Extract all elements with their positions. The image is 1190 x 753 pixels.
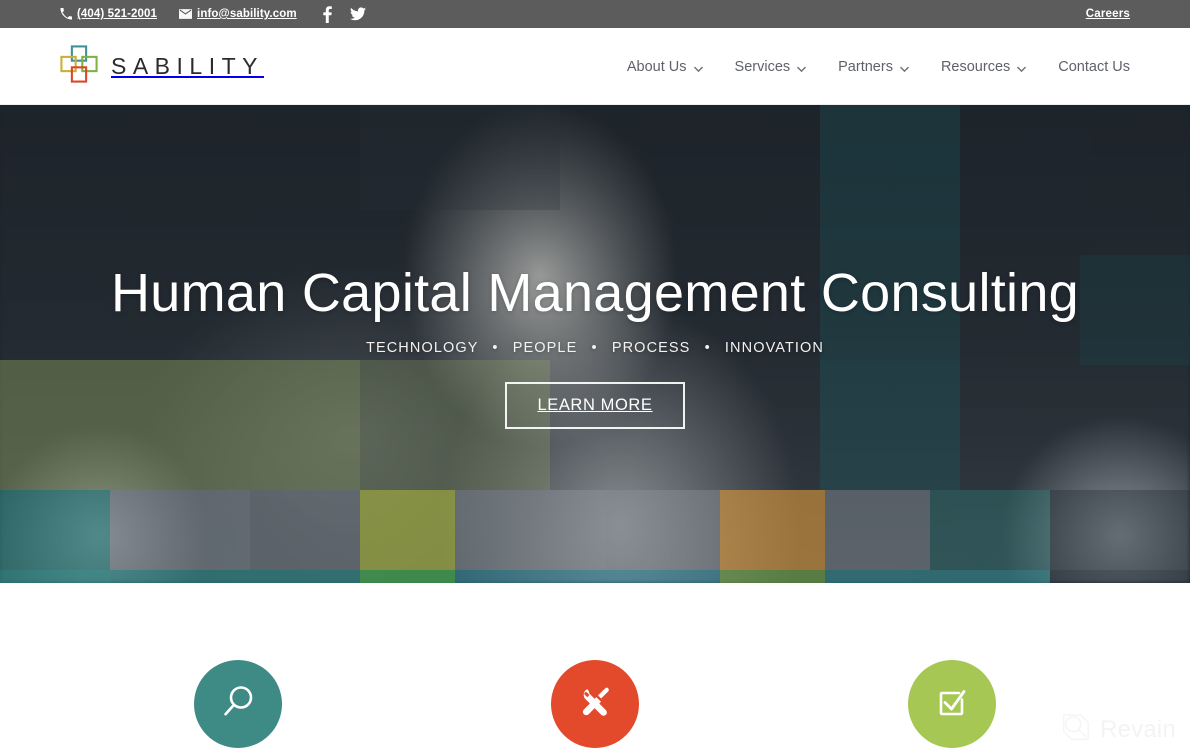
nav-item-resources[interactable]: Resources bbox=[940, 58, 1027, 75]
sability-cross-logo-icon bbox=[60, 45, 98, 88]
feature-circle-checkbox[interactable] bbox=[907, 660, 996, 748]
nav-item-services[interactable]: Services bbox=[735, 59, 807, 75]
nav-label: About Us bbox=[626, 58, 687, 75]
phone-link[interactable]: (404) 521-2001 bbox=[60, 8, 157, 20]
bullet-separator-icon: • bbox=[492, 339, 499, 356]
hero-title: Human Capital Management Consulting bbox=[110, 263, 1080, 323]
hero-subtitle-part: PROCESS bbox=[611, 339, 691, 356]
hero-subtitle-part: TECHNOLOGY bbox=[366, 339, 479, 356]
feature-item[interactable] bbox=[60, 660, 417, 748]
facebook-icon[interactable] bbox=[322, 5, 332, 23]
nav-item-about-us[interactable]: About Us bbox=[627, 59, 703, 75]
search-icon bbox=[217, 681, 259, 728]
social-links bbox=[322, 5, 366, 23]
feature-item[interactable] bbox=[417, 660, 774, 748]
phone-number: (404) 521-2001 bbox=[77, 8, 158, 20]
bullet-separator-icon: • bbox=[704, 339, 711, 356]
nav-label: Services bbox=[734, 58, 791, 75]
nav-item-contact-us[interactable]: Contact Us bbox=[1058, 59, 1130, 75]
hero-subtitle-part: PEOPLE bbox=[512, 339, 578, 356]
chevron-down-icon bbox=[1017, 62, 1027, 73]
top-utility-bar: (404) 521-2001 info@sability.com Careers bbox=[0, 0, 1190, 28]
hero-subtitle-part: INNOVATION bbox=[724, 339, 824, 356]
chevron-down-icon bbox=[797, 62, 806, 73]
checkbox-check-icon bbox=[931, 681, 973, 728]
page-root: (404) 521-2001 info@sability.com Careers… bbox=[0, 0, 1190, 753]
chevron-down-icon bbox=[900, 62, 909, 73]
site-header: SABILITY About Us Services Partners Reso… bbox=[0, 28, 1190, 105]
nav-label: Partners bbox=[838, 58, 893, 75]
feature-circle-search[interactable] bbox=[194, 660, 283, 748]
envelope-icon bbox=[179, 9, 193, 19]
hero-subtitle: TECHNOLOGY • PEOPLE • PROCESS • INNOVATI… bbox=[366, 340, 824, 356]
bullet-separator-icon: • bbox=[591, 339, 598, 356]
phone-icon bbox=[60, 8, 72, 20]
nav-item-partners[interactable]: Partners bbox=[838, 59, 909, 75]
feature-item[interactable] bbox=[773, 660, 1130, 748]
logo-link[interactable]: SABILITY bbox=[60, 45, 264, 88]
feature-circle-tools[interactable] bbox=[551, 660, 639, 748]
learn-more-button[interactable]: LEARN MORE bbox=[505, 381, 685, 429]
main-navigation: About Us Services Partners Resources Con… bbox=[627, 59, 1130, 75]
brand-name: SABILITY bbox=[111, 53, 264, 79]
chevron-down-icon bbox=[693, 62, 703, 73]
feature-icons-section bbox=[0, 583, 1190, 753]
hero-content: Human Capital Management Consulting TECH… bbox=[0, 105, 1190, 583]
email-link[interactable]: info@sability.com bbox=[179, 8, 297, 20]
nav-label: Resources bbox=[940, 58, 1011, 75]
nav-label: Contact Us bbox=[1058, 58, 1130, 75]
tools-icon bbox=[574, 681, 616, 728]
careers-link[interactable]: Careers bbox=[1086, 8, 1130, 20]
hero-banner: Human Capital Management Consulting TECH… bbox=[0, 105, 1190, 583]
email-address: info@sability.com bbox=[197, 8, 297, 20]
twitter-icon[interactable] bbox=[349, 7, 366, 21]
